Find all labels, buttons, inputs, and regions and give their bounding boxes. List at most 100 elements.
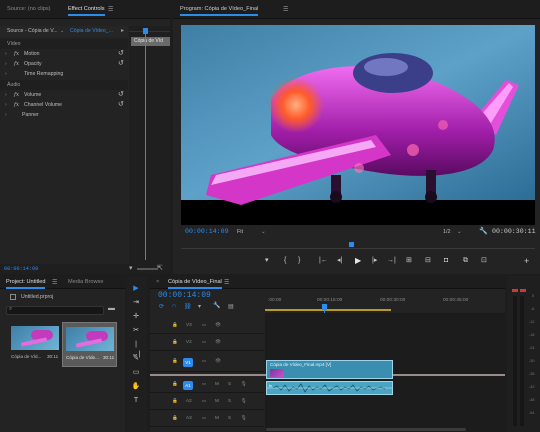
sync-lock-icon[interactable]: ▭ — [202, 339, 206, 345]
track-select-tool-icon[interactable]: ⇥ — [131, 298, 141, 308]
panel-menu-icon[interactable]: ☰ — [108, 6, 113, 13]
microphone-icon[interactable]: 🎙 — [241, 381, 247, 387]
tab-project[interactable]: Project: Untitled — [6, 279, 46, 289]
export-frame-icon[interactable]: ◘ — [444, 256, 448, 266]
property-row-panner[interactable]: › Panner — [0, 110, 128, 120]
comparison-view-icon[interactable]: ⧉ — [463, 256, 468, 266]
work-area-bar[interactable] — [265, 309, 391, 311]
go-to-in-icon[interactable]: |← — [319, 256, 328, 266]
insert-icon[interactable]: ⊞ — [406, 256, 412, 266]
program-scrub-bar[interactable] — [181, 242, 535, 250]
captions-icon[interactable]: ▤ — [228, 303, 234, 310]
sync-lock-icon[interactable]: ▭ — [202, 322, 206, 328]
resolution-select[interactable]: 1/2 ⌄ — [443, 229, 467, 237]
tab-media-browser[interactable]: Media Browse — [68, 279, 103, 285]
tab-sequence[interactable]: Cópia de Vídeo_Final — [168, 279, 222, 289]
nest-icon[interactable]: ⛓ — [184, 303, 192, 310]
track-header-a1[interactable]: 🔒 A1 ▭ M S 🎙 — [150, 378, 264, 393]
new-bin-icon[interactable]: ▬ — [108, 305, 115, 312]
playhead-marker[interactable] — [349, 242, 354, 247]
solo-button[interactable]: S — [228, 398, 231, 403]
pen-tool-icon[interactable]: ✎ — [131, 354, 141, 364]
eye-icon[interactable]: 👁 — [215, 322, 221, 328]
lock-icon[interactable]: 🔒 — [172, 339, 178, 345]
chevron-right-icon[interactable]: › — [5, 69, 7, 79]
panel-menu-icon[interactable]: ☰ — [224, 279, 229, 286]
search-input[interactable]: ⌕ — [6, 306, 104, 315]
step-forward-icon[interactable]: |▸ — [372, 256, 377, 266]
wrench-icon[interactable]: 🔧 — [213, 302, 220, 309]
play-only-audio-icon[interactable]: ▸ — [121, 27, 124, 34]
lock-icon[interactable]: 🔒 — [172, 398, 178, 404]
eye-icon[interactable]: 👁 — [215, 358, 221, 364]
wrench-icon[interactable]: 🔧 — [479, 227, 488, 235]
rectangle-tool-icon[interactable]: ▭ — [131, 368, 141, 378]
video-frame[interactable] — [181, 25, 535, 225]
chevron-right-icon[interactable]: › — [5, 49, 7, 59]
property-row-time-remapping[interactable]: › Time Remapping — [0, 69, 128, 79]
microphone-icon[interactable]: 🎙 — [241, 415, 247, 421]
track-header-a2[interactable]: 🔒 A2 ▭ M S 🎙 — [150, 395, 264, 410]
timeline-scrollbar[interactable] — [266, 428, 466, 431]
sync-lock-icon[interactable]: ▭ — [202, 381, 206, 387]
mute-button[interactable]: M — [215, 398, 219, 403]
fit-select[interactable]: Fit ⌄ — [237, 229, 271, 237]
out-point-icon[interactable]: } — [298, 256, 300, 266]
chevron-right-icon[interactable]: › — [5, 100, 7, 110]
audio-clip[interactable]: fx — [266, 381, 393, 395]
chevron-right-icon[interactable]: › — [5, 59, 7, 69]
project-item[interactable]: Cópia de Víde... 30:11 — [62, 322, 117, 367]
step-back-icon[interactable]: ◂| — [337, 256, 342, 266]
sync-lock-icon[interactable]: ▭ — [202, 398, 206, 404]
hand-tool-icon[interactable]: ✋ — [131, 382, 141, 392]
project-item[interactable]: Cópia de Víd... 30:11 — [8, 322, 62, 367]
ripple-edit-tool-icon[interactable]: ✛ — [131, 312, 141, 322]
timeline-ruler[interactable]: :00:00 00:00:15:00 00:00:30:00 00:00:45:… — [265, 294, 505, 312]
lock-icon[interactable]: 🔒 — [172, 322, 178, 328]
eye-icon[interactable]: 👁 — [215, 339, 221, 345]
property-row-opacity[interactable]: › fx Opacity ↺ — [0, 59, 128, 69]
panel-menu-icon[interactable]: ☰ — [52, 279, 57, 286]
source-patch-a1[interactable]: A1 — [183, 381, 193, 390]
source-select[interactable]: Source - Cópia de V... — [7, 28, 58, 34]
linked-selection-icon[interactable]: ∩ — [172, 303, 176, 309]
lock-icon[interactable]: 🔒 — [172, 381, 178, 387]
export-icon[interactable]: ⇱ — [157, 264, 163, 272]
microphone-icon[interactable]: 🎙 — [241, 398, 247, 404]
reset-icon[interactable]: ↺ — [118, 59, 124, 69]
sync-lock-icon[interactable]: ▭ — [202, 415, 206, 421]
mute-button[interactable]: M — [215, 381, 219, 386]
selection-tool-icon[interactable]: ▶ — [131, 284, 141, 294]
add-marker-icon[interactable]: ▾ — [198, 303, 201, 310]
mini-clip-bar[interactable]: Cópia de Víd — [131, 37, 170, 46]
track-header-v3[interactable]: 🔒 V3 ▭ 👁 — [150, 319, 264, 334]
clip-select[interactable]: Cópia de Vídeo_... — [70, 28, 113, 34]
video-clip[interactable]: Cópia de Vídeo_Final.mp4 [V] — [266, 360, 393, 379]
sync-lock-icon[interactable]: ▭ — [202, 358, 206, 364]
reset-icon[interactable]: ↺ — [118, 90, 124, 100]
source-patch-v1[interactable]: V1 — [183, 358, 193, 367]
clip-indicator-right[interactable] — [520, 289, 526, 292]
lock-icon[interactable]: 🔒 — [172, 358, 178, 364]
track-header-v1[interactable]: 🔒 V1 ▭ 👁 — [150, 353, 264, 372]
effect-controls-timecode[interactable]: 00:00:14:09 — [4, 266, 38, 272]
in-point-icon[interactable]: { — [284, 256, 286, 266]
tab-effect-controls[interactable]: Effect Controls — [68, 6, 105, 16]
property-row-channel-volume[interactable]: › fx Channel Volume ↺ — [0, 100, 128, 110]
zoom-slider[interactable] — [137, 268, 157, 270]
overwrite-icon[interactable]: ⊟ — [425, 256, 431, 266]
add-button-icon[interactable]: + — [524, 256, 529, 266]
lock-icon[interactable]: 🔒 — [172, 415, 178, 421]
chevron-down-icon[interactable]: ⌄ — [60, 28, 64, 34]
tab-source[interactable]: Source: (no clips) — [7, 6, 51, 12]
play-icon[interactable]: ▶ — [355, 256, 361, 266]
reset-icon[interactable]: ↺ — [118, 49, 124, 59]
marker-icon[interactable]: ▾ — [265, 256, 269, 266]
chevron-right-icon[interactable]: › — [5, 90, 7, 100]
filter-icon[interactable]: ▾ — [129, 264, 133, 272]
solo-button[interactable]: S — [228, 415, 231, 420]
track-header-a3[interactable]: 🔒 A3 ▭ M S 🎙 — [150, 412, 264, 427]
track-header-v2[interactable]: 🔒 V2 ▭ 👁 — [150, 336, 264, 351]
close-tab-icon[interactable]: × — [156, 279, 159, 285]
panel-menu-icon[interactable]: ☰ — [283, 6, 288, 13]
